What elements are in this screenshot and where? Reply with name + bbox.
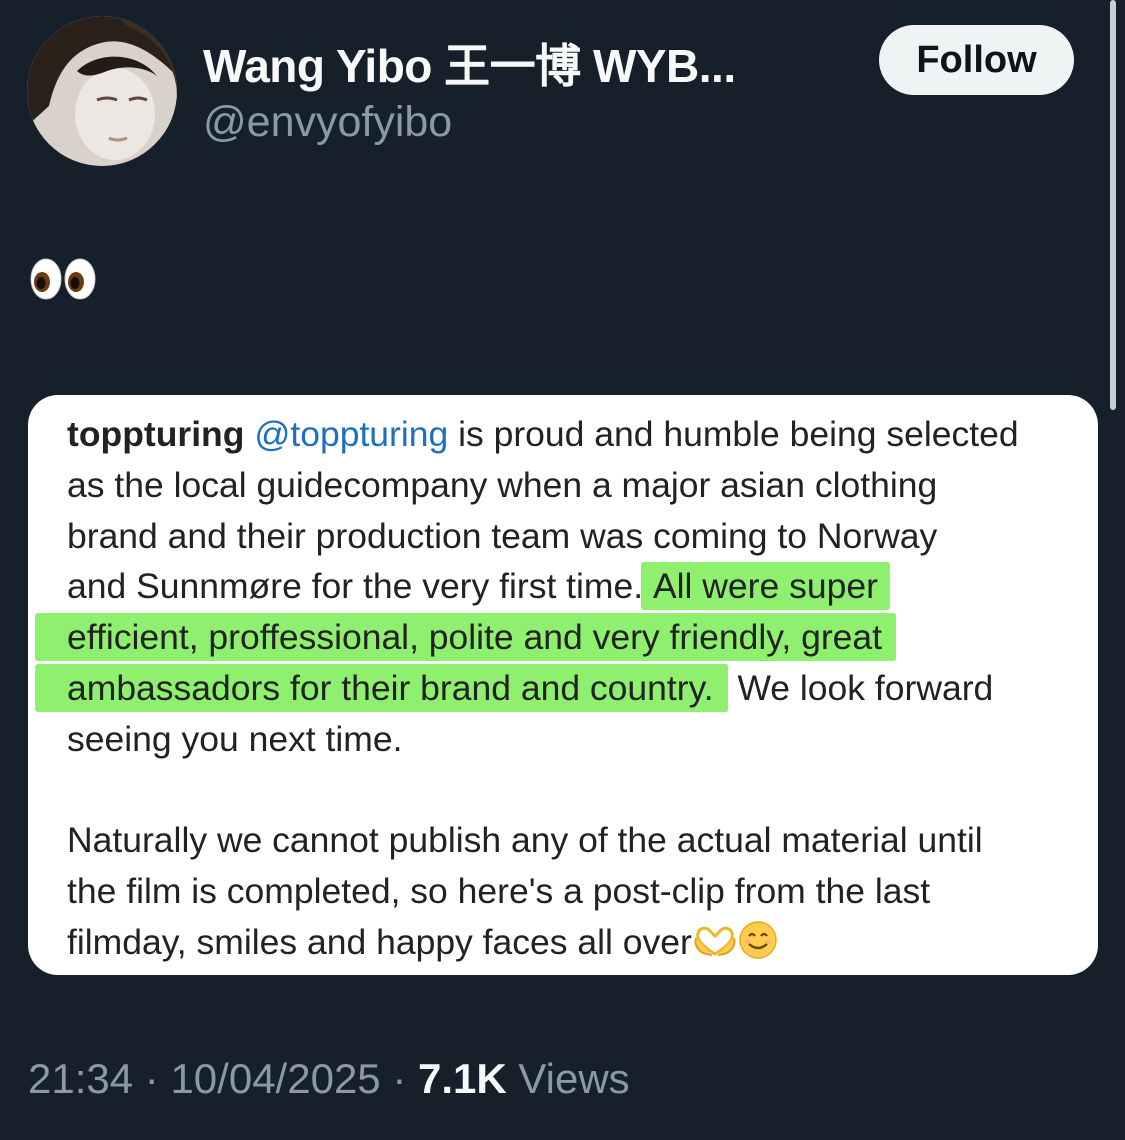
text-segment: and Sunnmøre for the very first time. [67,566,653,607]
text-segment: We look forward [727,667,994,708]
views-label[interactable]: Views [518,1055,629,1102]
eye-right-icon [64,258,96,300]
tweet-time[interactable]: 21:34 [28,1055,133,1102]
tweet-date[interactable]: 10/04/2025 [170,1055,380,1102]
quoted-screenshot-image[interactable]: toppturing @toppturing is proud and humb… [28,395,1098,975]
highlighted-text: All were super [640,562,890,611]
avatar-photo [27,16,177,166]
meta-separator: · [392,1055,407,1102]
text-line: Naturally we cannot publish any of the a… [67,820,983,861]
scrollbar[interactable] [1110,0,1116,410]
text-segment: is proud and humble being selected [448,414,1019,454]
tweet-meta: 21:34 · 10/04/2025 · 7.1K Views [28,1055,630,1103]
screenshot-text: toppturing @toppturing is proud and humb… [35,409,1067,968]
text-line: toppturing @toppturing is proud and humb… [67,409,1067,460]
smiling-face-icon [739,921,777,959]
views-count[interactable]: 7.1K [418,1055,507,1102]
text-line: seeing you next time. [67,718,403,759]
eyes-emoji [30,258,96,300]
heart-hands-icon [694,926,736,956]
follow-button[interactable]: Follow [879,25,1074,95]
highlighted-text: ambassadors for their brand and country. [35,663,728,712]
user-handle[interactable]: @envyofyibo [203,98,452,147]
text-line: brand and their production team was comi… [67,515,938,556]
avatar[interactable] [27,16,177,166]
eye-left-icon [30,258,62,300]
text-line: the film is completed, so here's a post-… [67,871,931,912]
text-line: ambassadors for their brand and country.… [35,663,1067,714]
display-name[interactable]: Wang Yibo 王一博 WYB... [203,30,736,96]
meta-separator: · [144,1055,159,1102]
author-mention: @toppturing [254,414,449,454]
text-line: and Sunnmøre for the very first time. Al… [67,561,1067,612]
text-segment: filmday, smiles and happy faces all over [67,921,692,962]
text-line: efficient, proffessional, polite and ver… [35,612,1067,663]
text-line: as the local guidecompany when a major a… [67,464,938,505]
text-line: filmday, smiles and happy faces all over [67,917,1067,968]
highlighted-text: efficient, proffessional, polite and ver… [35,613,896,662]
author-name: toppturing [67,414,245,454]
